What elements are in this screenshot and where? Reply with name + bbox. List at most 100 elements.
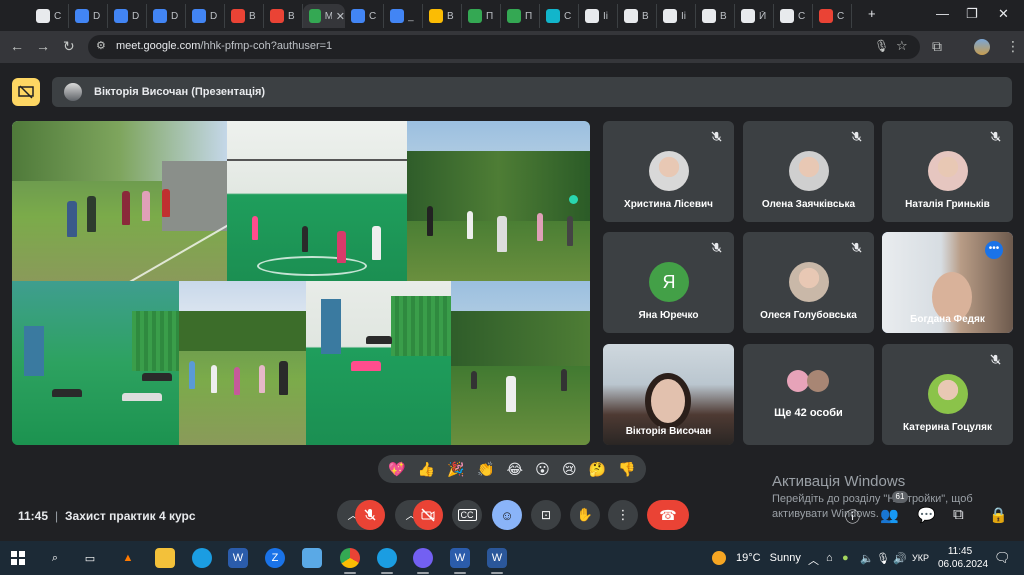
captions-button[interactable]: CC [452, 500, 482, 530]
browser-tab[interactable]: С [540, 4, 579, 28]
browser-tab[interactable]: М ✕ [303, 4, 345, 28]
chrome-icon[interactable] [340, 548, 360, 574]
word-icon[interactable]: W [487, 548, 507, 574]
reactions-button[interactable]: ☺ [492, 500, 522, 530]
close-window-button[interactable]: ✕ [998, 6, 1009, 22]
tile-more-options-icon[interactable]: ••• [985, 241, 1003, 259]
browser-tab[interactable]: П [501, 4, 540, 28]
browser-tab[interactable]: С [30, 4, 69, 28]
participant-tile[interactable]: Вікторія Височан [603, 344, 734, 445]
leave-call-button[interactable]: ☎ [647, 500, 689, 530]
app-icon-w[interactable]: W [228, 548, 248, 568]
browser-tab[interactable]: Й [735, 4, 774, 28]
clock[interactable]: 11:45 06.06.2024 [938, 546, 988, 570]
browser-tab[interactable]: D [69, 4, 108, 28]
reload-icon[interactable]: ↻ [63, 38, 75, 55]
info-icon[interactable]: ⓘ [845, 506, 860, 527]
forward-icon[interactable]: → [36, 38, 50, 54]
browser-tab[interactable]: Іі [579, 4, 618, 28]
language-indicator[interactable]: УКР [912, 553, 929, 563]
reaction-emoji[interactable]: 👍 [418, 461, 435, 478]
reaction-emoji[interactable]: 👏 [477, 461, 494, 478]
windows-start-icon[interactable] [8, 548, 28, 568]
url-text[interactable]: meet.google.com/hhk-pfmp-coh?authuser=1 [116, 40, 332, 52]
browser-tab[interactable]: В [696, 4, 735, 28]
photos-icon[interactable] [302, 548, 322, 568]
camera-off-button[interactable] [413, 500, 443, 530]
participant-tile[interactable]: Наталія Гриньків [882, 121, 1013, 222]
participant-tile[interactable]: ••• Богдана Федяк [882, 232, 1013, 333]
presentation-indicator-button[interactable] [12, 78, 40, 106]
volume-icon[interactable]: 🔊 [893, 552, 907, 565]
microphone-off-button[interactable] [355, 500, 385, 530]
chat-icon[interactable]: 💬 [917, 506, 936, 524]
participant-tile[interactable]: Я Яна Юречко [603, 232, 734, 333]
vlc-icon[interactable]: ▲ [118, 548, 138, 568]
reaction-emoji[interactable]: 💖 [388, 461, 405, 478]
reaction-emoji[interactable]: 🤔 [589, 461, 606, 478]
reaction-emoji[interactable]: 😂 [507, 461, 523, 478]
people-icon[interactable]: 👥 [880, 506, 899, 524]
chrome-profile-icon[interactable] [377, 548, 397, 574]
participant-tile[interactable]: Олена Заячківська [743, 121, 874, 222]
profile-avatar[interactable] [974, 39, 990, 55]
address-bar[interactable]: ⚙ meet.google.com/hhk-pfmp-coh?authuser=… [88, 35, 920, 59]
extensions-icon[interactable]: ⧉ [932, 38, 942, 55]
browser-tab[interactable]: В [423, 4, 462, 28]
browser-tab[interactable]: С [345, 4, 384, 28]
participant-tile[interactable]: Катерина Гоцуляк [882, 344, 1013, 445]
chevron-up-icon[interactable]: ︿ [808, 552, 819, 568]
camera-control[interactable]: ︿ [395, 500, 443, 530]
search-icon[interactable]: ⌕ [45, 548, 65, 568]
browser-tab[interactable]: С [813, 4, 852, 28]
participant-tile[interactable]: Ще 42 особи [743, 344, 874, 445]
reaction-emoji[interactable]: 🎉 [447, 461, 464, 478]
close-tab-icon[interactable]: ✕ [336, 10, 345, 23]
mic-control[interactable]: ︿ [337, 500, 385, 530]
tab-title: D [171, 10, 179, 22]
participant-tile[interactable]: Христина Лісевич [603, 121, 734, 222]
notifications-icon[interactable]: 🗨 [994, 550, 1011, 566]
bookmark-star-icon[interactable]: ☆ [896, 38, 908, 54]
browser-tab[interactable]: D [108, 4, 147, 28]
task-view-icon[interactable]: ▭ [80, 548, 100, 568]
site-info-icon[interactable]: ⚙ [96, 39, 106, 52]
menu-kebab-icon[interactable]: ⋮ [1006, 38, 1020, 55]
reaction-emoji[interactable]: 👎 [618, 461, 635, 478]
participant-tile[interactable]: Олеся Голубовська [743, 232, 874, 333]
participant-avatar [928, 374, 968, 414]
browser-tab[interactable]: В [225, 4, 264, 28]
speaker-icon[interactable]: 🔈 [860, 552, 874, 565]
activities-icon[interactable]: ⧉ [953, 506, 964, 523]
zoom-icon[interactable]: Z [265, 548, 285, 568]
back-icon[interactable]: ← [10, 38, 24, 54]
viber-icon[interactable] [413, 548, 433, 574]
browser-tab[interactable]: _ [384, 4, 423, 28]
host-controls-icon[interactable]: 🔒 [989, 506, 1008, 524]
minimize-button[interactable]: — [936, 6, 949, 21]
browser-tab[interactable]: D [186, 4, 225, 28]
browser-tab[interactable]: В [618, 4, 657, 28]
network-icon[interactable]: ⌂ [826, 552, 833, 564]
muted-microphone-icon [711, 131, 722, 145]
reaction-emoji[interactable]: 😢 [562, 461, 577, 478]
raise-hand-button[interactable]: ✋ [570, 500, 600, 530]
app-icon-w2[interactable]: W [450, 548, 470, 574]
more-options-button[interactable]: ⋮ [608, 500, 638, 530]
present-now-button[interactable]: ⊡ [531, 500, 561, 530]
microphone-icon[interactable]: 🎙 [874, 39, 889, 53]
browser-tab[interactable]: П [462, 4, 501, 28]
tab-title: _ [408, 10, 414, 22]
new-tab-button[interactable]: + [868, 6, 876, 21]
browser-tab[interactable]: В [264, 4, 303, 28]
browser-tab[interactable]: D [147, 4, 186, 28]
file-explorer-icon[interactable] [155, 548, 175, 568]
browser-tab[interactable]: С [774, 4, 813, 28]
edge-icon[interactable] [192, 548, 212, 568]
weather-widget[interactable]: 19°C Sunny [712, 552, 801, 564]
restore-button[interactable]: ❐ [966, 6, 978, 22]
browser-tab[interactable]: Іі [657, 4, 696, 28]
microphone-icon[interactable]: 🎙 [876, 552, 890, 565]
app-tray-icon[interactable]: ● [842, 552, 849, 564]
reaction-emoji[interactable]: 😮 [535, 461, 550, 478]
